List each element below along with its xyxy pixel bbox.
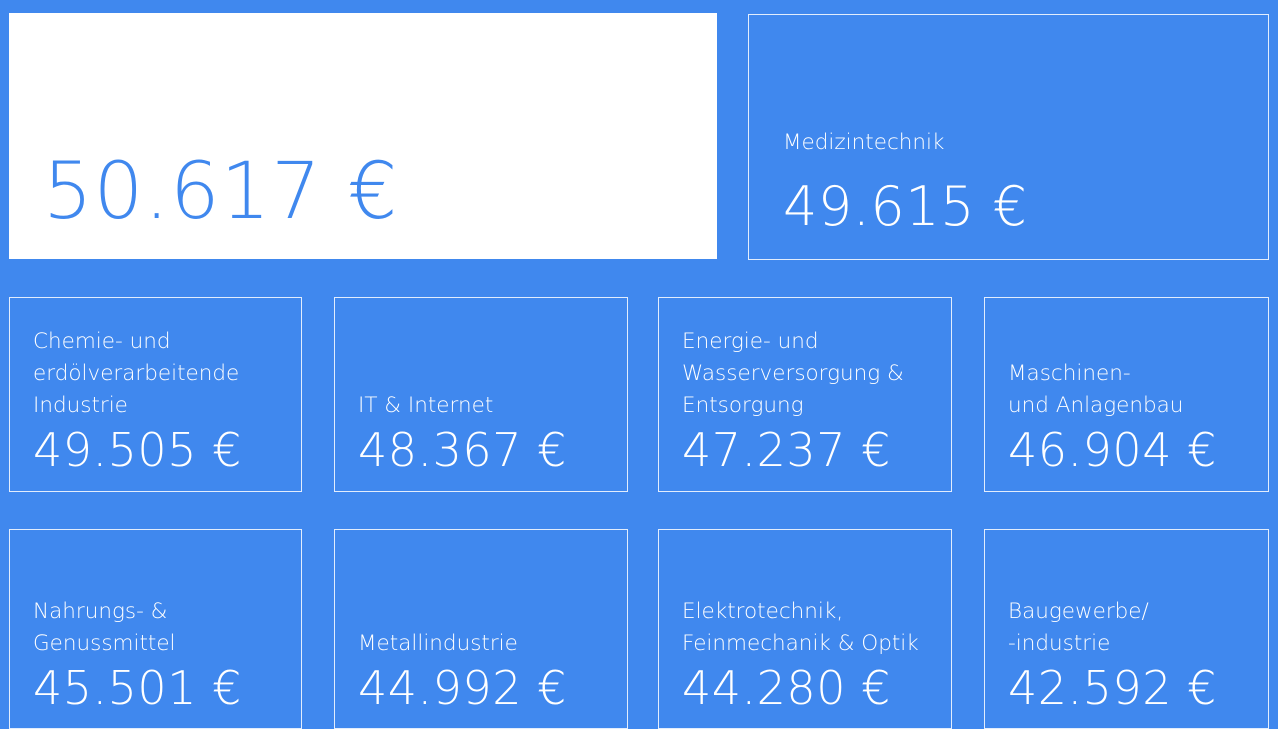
tile-label: Baugewerbe/ -industrie [1008,599,1149,656]
tile-baugewerbe: Baugewerbe/ -industrie 42.592 € [984,529,1269,729]
tile-label: Maschinen- und Anlagenbau [1008,361,1184,418]
tile-chemie: Chemie- und erdölverarbeitende Industrie… [9,297,302,492]
tile-nahrungsmittel: Nahrungs- & Genussmittel 45.501 € [9,529,302,729]
tile-label: Metallindustrie [358,631,518,656]
tile-metallindustrie: Metallindustrie 44.992 € [334,529,628,729]
tile-label: Chemie- und erdölverarbeitende Industrie [33,329,240,418]
tile-elektrotechnik: Elektrotechnik, Feinmechanik & Optik 44.… [658,529,952,729]
tile-value: 44.280 € [682,661,891,715]
tile-label: Energie- und Wasserversorgung & Entsorgu… [682,329,904,418]
tile-it-internet: IT & Internet 48.367 € [334,297,628,492]
tile-maschinenbau: Maschinen- und Anlagenbau 46.904 € [984,297,1269,492]
highlight-tile: 50.617 € [9,13,717,259]
tile-label: IT & Internet [358,393,494,418]
tile-value: 42.592 € [1008,661,1217,715]
tile-label: Elektrotechnik, Feinmechanik & Optik [682,599,919,656]
tile-value: 44.992 € [358,661,567,715]
tile-label: Nahrungs- & Genussmittel [33,599,176,656]
tile-value: 48.367 € [358,423,567,477]
tile-value: 45.501 € [33,661,242,715]
tile-value: 49.615 € [783,175,1028,238]
highlight-value: 50.617 € [43,147,399,237]
tile-medizintechnik: Medizintechnik 49.615 € [748,14,1269,260]
tile-label: Medizintechnik [783,130,945,155]
tile-value: 47.237 € [682,423,891,477]
tile-energie: Energie- und Wasserversorgung & Entsorgu… [658,297,952,492]
tile-value: 46.904 € [1008,423,1217,477]
tile-value: 49.505 € [33,423,242,477]
